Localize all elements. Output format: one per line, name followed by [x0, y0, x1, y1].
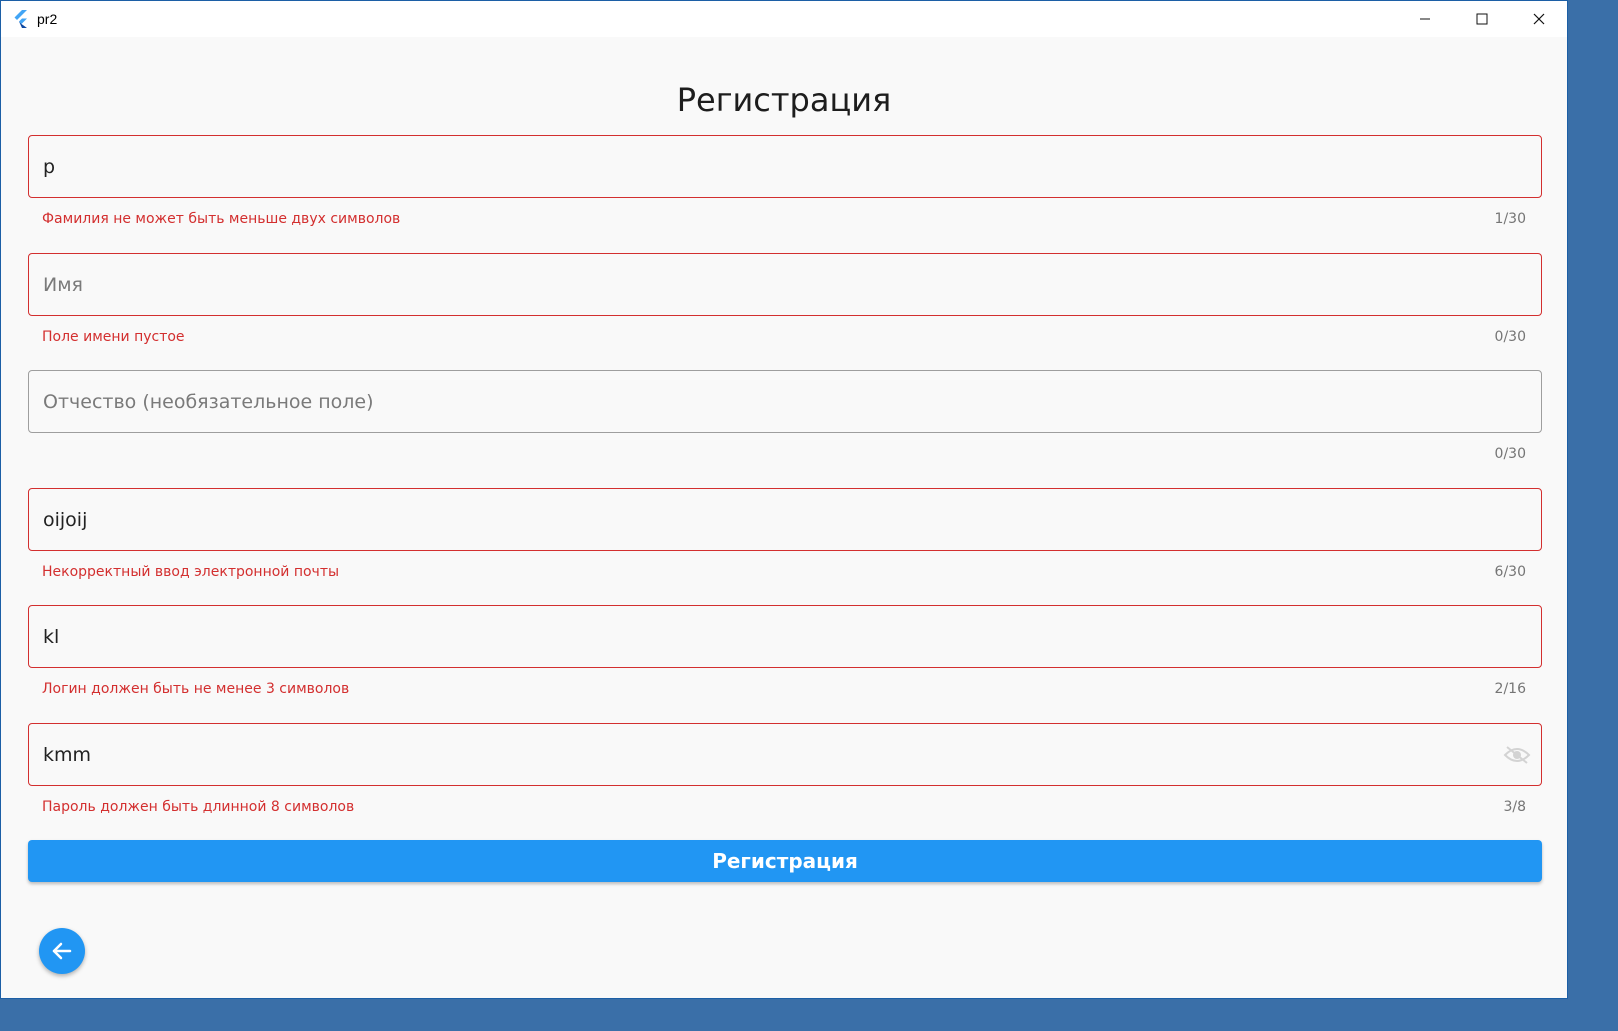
- arrow-back-icon: [52, 942, 72, 960]
- surname-value: p: [43, 155, 56, 178]
- window-title: pr2: [37, 11, 58, 27]
- flutter-logo-icon: [13, 10, 31, 28]
- surname-error: Фамилия не может быть меньше двух символ…: [42, 211, 401, 227]
- login-field[interactable]: kl: [28, 605, 1542, 668]
- login-value: kl: [43, 625, 60, 648]
- minimize-icon: [1419, 18, 1430, 20]
- password-counter: 3/8: [1503, 799, 1526, 815]
- patronymic-field[interactable]: Отчество (необязательное поле): [28, 370, 1542, 433]
- app-window: pr2 Регистрация p Фамилия не может быть …: [0, 0, 1568, 999]
- close-button[interactable]: [1510, 1, 1567, 37]
- password-field[interactable]: kmm: [28, 723, 1542, 786]
- password-value: kmm: [43, 743, 92, 766]
- page-title: Регистрация: [676, 81, 892, 119]
- login-counter: 2/16: [1494, 681, 1526, 697]
- email-value: oijoij: [43, 508, 88, 531]
- patronymic-placeholder: Отчество (необязательное поле): [43, 390, 374, 413]
- surname-counter: 1/30: [1494, 211, 1526, 227]
- name-placeholder: Имя: [43, 273, 83, 296]
- registration-form: Регистрация p Фамилия не может быть мень…: [1, 37, 1567, 998]
- patronymic-counter: 0/30: [1494, 446, 1526, 462]
- close-icon: [1533, 13, 1544, 25]
- email-error: Некорректный ввод электронной почты: [42, 564, 340, 580]
- name-field[interactable]: Имя: [28, 253, 1542, 316]
- email-counter: 6/30: [1494, 564, 1526, 580]
- maximize-button[interactable]: [1453, 1, 1510, 37]
- password-error: Пароль должен быть длинной 8 символов: [42, 799, 355, 815]
- register-button[interactable]: Регистрация: [28, 840, 1542, 882]
- email-field[interactable]: oijoij: [28, 488, 1542, 551]
- visibility-off-icon[interactable]: [1503, 745, 1531, 765]
- back-button[interactable]: [39, 928, 85, 974]
- name-counter: 0/30: [1494, 329, 1526, 345]
- title-bar: pr2: [1, 1, 1567, 37]
- surname-field[interactable]: p: [28, 135, 1542, 198]
- name-error: Поле имени пустое: [42, 329, 185, 345]
- maximize-icon: [1476, 13, 1487, 25]
- login-error: Логин должен быть не менее 3 символов: [42, 681, 350, 697]
- minimize-button[interactable]: [1396, 1, 1453, 37]
